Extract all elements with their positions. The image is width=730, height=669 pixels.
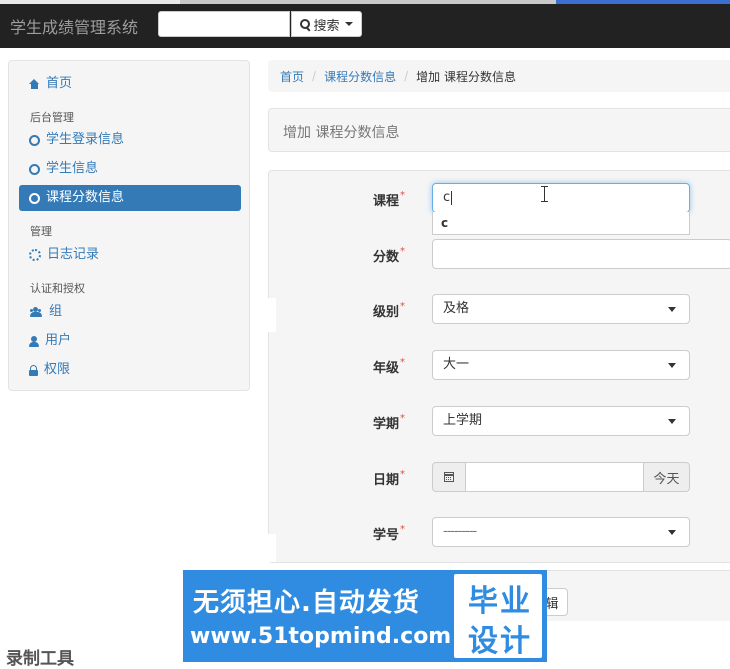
autocomplete-suggestion[interactable]: c (432, 212, 690, 235)
level-select[interactable]: 及格 (432, 294, 690, 324)
level-select-value: 及格 (443, 301, 470, 316)
breadcrumb: 首页 / 课程分数信息 / 增加 课程分数信息 (268, 60, 730, 92)
breadcrumb-separator: / (312, 69, 317, 83)
sidebar-item-groups[interactable]: 组 (19, 299, 241, 325)
term-select[interactable]: 上学期 (432, 406, 690, 436)
student-id-label: 学号* (372, 524, 405, 543)
sidebar-item-label: 学生登录信息 (46, 132, 125, 147)
sidebar-item-student-login[interactable]: 学生登录信息 (19, 127, 241, 153)
score-input[interactable] (432, 239, 730, 269)
lock-icon (29, 364, 38, 376)
banner-slogan: 无须担心.自动发货 (193, 588, 420, 618)
course-input[interactable]: c (432, 183, 690, 213)
sidebar-header-admin: 后台管理 (30, 111, 74, 124)
date-input[interactable] (465, 462, 644, 492)
sidebar-item-label: 课程分数信息 (46, 190, 125, 205)
breadcrumb-home[interactable]: 首页 (280, 68, 304, 85)
sidebar-item-student-info[interactable]: 学生信息 (19, 156, 241, 182)
breadcrumb-current: 增加 课程分数信息 (416, 69, 516, 84)
term-label: 学期* (372, 413, 405, 432)
level-label: 级别* (372, 301, 405, 320)
app-brand[interactable]: 学生成绩管理系统 (10, 14, 138, 38)
search-icon (300, 19, 311, 29)
sidebar-item-label: 学生信息 (46, 161, 99, 176)
sidebar-item-permissions[interactable]: 权限 (19, 357, 241, 383)
chevron-down-icon (668, 307, 676, 312)
search-input[interactable] (158, 11, 290, 37)
sidebar-item-users[interactable]: 用户 (19, 328, 241, 354)
sidebar-item-label: 用户 (45, 333, 72, 348)
sidebar-item-log[interactable]: 日志记录 (19, 242, 241, 268)
sidebar-item-label: 首页 (46, 76, 73, 91)
course-label: 课程* (372, 190, 405, 209)
tab-strip-segment (180, 0, 556, 4)
search-button[interactable]: 搜索 (291, 11, 362, 37)
student-id-select[interactable]: --------- (432, 517, 690, 547)
student-id-select-value: --------- (443, 524, 477, 539)
chevron-down-icon (668, 363, 676, 368)
banner-badge-line2: 设计 (468, 624, 532, 659)
circle-icon (29, 192, 40, 204)
sidebar-item-course-score[interactable]: 课程分数信息 (19, 185, 241, 211)
sidebar-header-auth: 认证和授权 (30, 282, 85, 295)
chevron-down-icon (668, 530, 676, 535)
grade-label: 年级* (372, 357, 405, 376)
banner-url: www.51topmind.com (190, 624, 452, 649)
top-navbar: 学生成绩管理系统 搜索 (0, 0, 730, 48)
sidebar-item-label: 权限 (44, 362, 71, 377)
watermark-banner: 无须担心.自动发货 www.51topmind.com 毕业 设计 (183, 570, 547, 662)
sidebar-header-manage: 管理 (30, 225, 52, 238)
sidebar: 首页 后台管理 学生登录信息 学生信息 课程分数信息 管理 日志记录 认证和授权… (8, 60, 250, 391)
page-title-panel: 增加 课程分数信息 (268, 108, 730, 152)
home-icon (29, 79, 40, 89)
banner-badge: 毕业 设计 (454, 574, 542, 659)
sidebar-item-label: 组 (49, 304, 63, 319)
sidebar-item-home[interactable]: 首页 (19, 71, 241, 97)
user-icon (29, 335, 39, 347)
circle-icon (29, 134, 40, 146)
search-button-label: 搜索 (313, 18, 340, 34)
breadcrumb-separator: / (404, 69, 409, 83)
date-calendar-addon[interactable] (432, 462, 466, 492)
recorder-watermark: 录制工具 (6, 649, 74, 669)
grade-select[interactable]: 大一 (432, 350, 690, 380)
users-icon (29, 307, 43, 317)
chevron-down-icon (668, 419, 676, 424)
page-title: 增加 课程分数信息 (283, 125, 400, 141)
browser-tab-strip (0, 0, 730, 4)
circle-icon (29, 163, 40, 175)
tab-strip-highlight (556, 0, 730, 4)
sidebar-item-label: 日志记录 (47, 247, 100, 262)
date-label: 日期* (372, 469, 405, 488)
breadcrumb-section[interactable]: 课程分数信息 (324, 68, 396, 85)
chevron-down-icon (344, 22, 353, 26)
grade-select-value: 大一 (443, 357, 470, 372)
calendar-icon (444, 472, 454, 482)
score-label: 分数* (372, 246, 405, 265)
gear-icon (29, 249, 41, 261)
text-cursor (451, 190, 453, 205)
term-select-value: 上学期 (443, 413, 483, 428)
mouse-ibeam-cursor (541, 186, 548, 202)
today-button[interactable]: 今天 (643, 462, 690, 492)
banner-badge-line1: 毕业 (468, 584, 532, 619)
course-input-value: c (443, 190, 451, 205)
